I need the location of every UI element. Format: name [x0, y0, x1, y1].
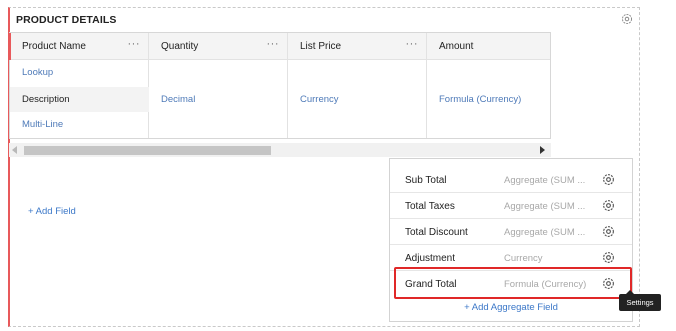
column-quantity: Quantity ··· Decimal [149, 33, 288, 138]
product-grid: Product Name ··· Lookup Description Mult… [9, 32, 551, 139]
column-amount: Amount Formula (Currency) [427, 33, 551, 138]
column-label: List Price [300, 41, 342, 52]
gear-icon[interactable] [601, 224, 616, 239]
aggregate-label: Total Discount [405, 227, 468, 238]
lookup-label: Lookup [22, 67, 54, 78]
aggregate-label: Sub Total [405, 175, 447, 186]
aggregate-type: Aggregate (SUM ... [504, 227, 586, 238]
column-header-quantity[interactable]: Quantity ··· [149, 33, 287, 60]
grand-total-highlight [394, 267, 632, 299]
settings-tooltip: Settings [619, 290, 661, 311]
column-header-product-name[interactable]: Product Name ··· [10, 33, 148, 60]
horizontal-scrollbar[interactable] [9, 143, 551, 157]
gear-icon[interactable] [620, 12, 634, 26]
aggregate-label: Total Taxes [405, 201, 455, 212]
gear-icon[interactable] [601, 198, 616, 213]
scroll-thumb[interactable] [24, 146, 271, 155]
column-header-list-price[interactable]: List Price ··· [288, 33, 426, 60]
description-label: Description [22, 94, 70, 105]
list-price-type: Currency [300, 94, 339, 105]
column-label: Amount [439, 41, 474, 52]
aggregate-row-total-taxes[interactable]: Total Taxes Aggregate (SUM ... [390, 193, 632, 219]
aggregate-type: Currency [504, 253, 543, 264]
aggregate-type: Aggregate (SUM ... [504, 201, 586, 212]
scroll-right-icon[interactable] [540, 146, 545, 154]
description-cell: Description [10, 87, 149, 112]
add-aggregate-field-link[interactable]: + Add Aggregate Field [390, 302, 632, 313]
column-menu-icon[interactable]: ··· [267, 38, 280, 50]
column-label: Quantity [161, 41, 199, 52]
column-list-price: List Price ··· Currency [288, 33, 427, 138]
column-menu-icon[interactable]: ··· [406, 38, 419, 50]
aggregate-label: Adjustment [405, 253, 456, 264]
section-title: PRODUCT DETAILS [16, 14, 117, 26]
lookup-cell: Lookup [10, 60, 149, 87]
gear-icon[interactable] [601, 172, 616, 187]
aggregate-row-total-discount[interactable]: Total Discount Aggregate (SUM ... [390, 219, 632, 245]
quantity-type: Decimal [161, 94, 196, 105]
scroll-left-icon[interactable] [12, 146, 17, 154]
column-header-amount[interactable]: Amount [427, 33, 551, 60]
column-menu-icon[interactable]: ··· [128, 38, 141, 50]
column-label: Product Name [22, 41, 86, 52]
add-field-link[interactable]: + Add Field [28, 206, 76, 217]
multiline-label: Multi-Line [22, 119, 64, 130]
amount-type: Formula (Currency) [439, 94, 522, 105]
column-product-name: Product Name ··· Lookup Description Mult… [9, 33, 149, 138]
gear-icon[interactable] [601, 250, 616, 265]
aggregate-row-sub-total[interactable]: Sub Total Aggregate (SUM ... [390, 167, 632, 193]
aggregate-type: Aggregate (SUM ... [504, 175, 586, 186]
